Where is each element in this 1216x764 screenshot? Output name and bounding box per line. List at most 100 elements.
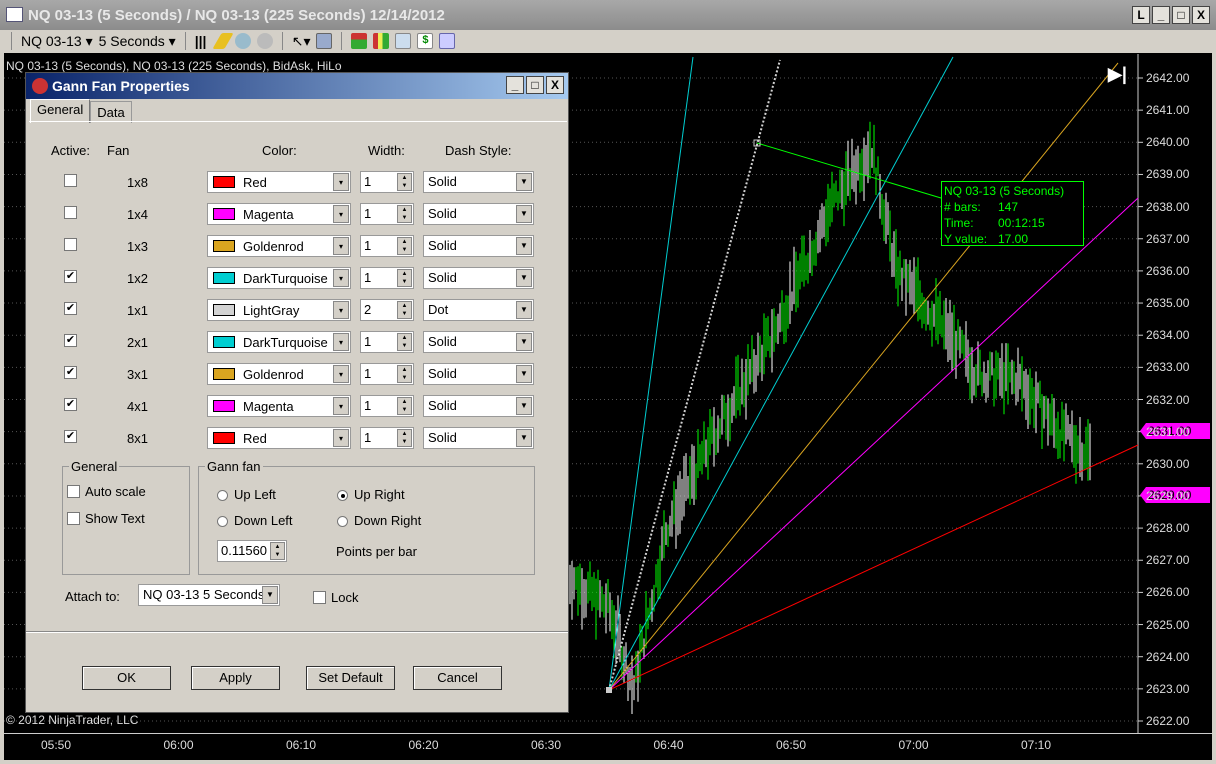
time-tick-label: 06:10 <box>285 738 317 752</box>
fan-dash-select[interactable]: Solid ▼ <box>423 331 534 353</box>
fan-color-select[interactable]: Red ▾ <box>207 171 351 193</box>
dialog-title-bar: Gann Fan Properties _ □ X <box>26 73 568 99</box>
down-right-radio[interactable] <box>337 516 348 527</box>
points-per-bar-label: Points per bar <box>336 544 417 559</box>
fan-line-1x2[interactable] <box>608 56 694 691</box>
lock-checkbox[interactable] <box>313 591 326 604</box>
fan-active-checkbox[interactable]: ✔ <box>64 366 77 379</box>
fan-active-checkbox[interactable]: ✔ <box>64 398 77 411</box>
fan-color-select[interactable]: DarkTurquoise ▾ <box>207 331 351 353</box>
set-default-button[interactable]: Set Default <box>306 666 395 690</box>
dialog-title: Gann Fan Properties <box>52 78 190 94</box>
fan-label: 8x1 <box>127 431 148 446</box>
price-tick-label: 2630.00 <box>1146 456 1190 471</box>
tab-data[interactable]: Data <box>90 101 132 123</box>
auto-scale-checkbox[interactable] <box>67 485 80 498</box>
fan-row-3x1: ✔ 3x1 Goldenrod ▾ 1 ▲ ▼ Solid ▼ <box>26 363 566 387</box>
time-tick-label: 06:30 <box>530 738 562 752</box>
fan-color-select[interactable]: DarkTurquoise ▾ <box>207 267 351 289</box>
down-left-radio[interactable] <box>217 516 228 527</box>
fan-width-input[interactable]: 1 ▲ ▼ <box>360 363 414 385</box>
fan-label: 2x1 <box>127 335 148 350</box>
color-swatch <box>213 368 235 380</box>
points-per-bar-input[interactable]: 0.11560 ▲ ▼ <box>217 540 287 562</box>
fan-active-checkbox[interactable]: ✔ <box>64 334 77 347</box>
dialog-close-button[interactable]: X <box>546 76 564 94</box>
gann-fan-properties-dialog: Gann Fan Properties _ □ X General Data A… <box>25 72 569 713</box>
color-swatch <box>213 304 235 316</box>
fan-active-checkbox[interactable]: ✔ <box>64 302 77 315</box>
fan-width-input[interactable]: 2 ▲ ▼ <box>360 299 414 321</box>
attach-to-label: Attach to: <box>65 589 120 604</box>
price-tick-label: 2628.00 <box>1146 521 1190 536</box>
price-tick-label: 2626.00 <box>1146 585 1190 600</box>
price-tick-label: 2635.00 <box>1146 296 1190 311</box>
fan-color-select[interactable]: LightGray ▾ <box>207 299 351 321</box>
fan-dash-select[interactable]: Solid ▼ <box>423 235 534 257</box>
color-header: Color: <box>262 143 297 158</box>
dialog-maximize-button[interactable]: □ <box>526 76 544 94</box>
up-right-radio[interactable] <box>337 490 348 501</box>
time-tick-label: 07:10 <box>1020 738 1052 752</box>
fan-active-checkbox[interactable] <box>64 238 77 251</box>
price-tick-label: 2639.00 <box>1146 167 1190 182</box>
fan-width-input[interactable]: 1 ▲ ▼ <box>360 427 414 449</box>
fan-dash-select[interactable]: Solid ▼ <box>423 267 534 289</box>
fan-width-input[interactable]: 1 ▲ ▼ <box>360 203 414 225</box>
tab-general[interactable]: General <box>30 99 91 123</box>
fan-anchor-handle[interactable] <box>606 687 612 693</box>
fan-width-input[interactable]: 1 ▲ ▼ <box>360 267 414 289</box>
price-tick-label: 2622.00 <box>1146 714 1190 728</box>
up-right-label: Up Right <box>354 487 405 502</box>
fan-width-input[interactable]: 1 ▲ ▼ <box>360 331 414 353</box>
fan-row-2x1: ✔ 2x1 DarkTurquoise ▾ 1 ▲ ▼ Solid ▼ <box>26 331 566 355</box>
up-left-radio[interactable] <box>217 490 228 501</box>
color-swatch <box>213 272 235 284</box>
price-tick-label: 2640.00 <box>1146 135 1190 150</box>
fan-dash-select[interactable]: Solid ▼ <box>423 363 534 385</box>
fan-color-select[interactable]: Red ▾ <box>207 427 351 449</box>
fan-color-select[interactable]: Goldenrod ▾ <box>207 235 351 257</box>
scroll-to-end-icon[interactable]: ▶| <box>1108 64 1127 85</box>
fan-dash-select[interactable]: Dot ▼ <box>423 299 534 321</box>
time-tick-label: 06:50 <box>775 738 807 752</box>
fan-active-checkbox[interactable] <box>64 174 77 187</box>
color-swatch <box>213 208 235 220</box>
fan-active-checkbox[interactable]: ✔ <box>64 430 77 443</box>
price-tick-label: 2632.00 <box>1146 392 1190 407</box>
auto-scale-label: Auto scale <box>85 484 146 499</box>
fan-width-input[interactable]: 1 ▲ ▼ <box>360 171 414 193</box>
fan-dash-select[interactable]: Solid ▼ <box>423 203 534 225</box>
time-tick-label: 06:00 <box>163 738 194 752</box>
price-tick-label: 2642.00 <box>1146 71 1190 85</box>
fan-dash-select[interactable]: Solid ▼ <box>423 427 534 449</box>
time-tick-label: 05:50 <box>40 738 72 752</box>
color-swatch <box>213 176 235 188</box>
fan-dash-select[interactable]: Solid ▼ <box>423 395 534 417</box>
active-header: Active: <box>51 143 91 158</box>
fan-line-2x1[interactable] <box>608 56 954 691</box>
ok-button[interactable]: OK <box>82 666 171 690</box>
cancel-button[interactable]: Cancel <box>413 666 502 690</box>
fan-color-select[interactable]: Goldenrod ▾ <box>207 363 351 385</box>
dialog-minimize-button[interactable]: _ <box>506 76 524 94</box>
fan-label: 1x4 <box>127 207 148 222</box>
fan-line-4x1[interactable] <box>608 197 1139 691</box>
fan-color-select[interactable]: Magenta ▾ <box>207 395 351 417</box>
price-tick-label: 2631.00 <box>1146 424 1190 439</box>
copyright: © 2012 NinjaTrader, LLC <box>6 713 139 727</box>
fan-width-input[interactable]: 1 ▲ ▼ <box>360 395 414 417</box>
dash-header: Dash Style: <box>445 143 512 158</box>
attach-to-select[interactable]: NQ 03-13 5 Seconds ▼ <box>138 584 280 606</box>
fan-active-checkbox[interactable]: ✔ <box>64 270 77 283</box>
fan-active-checkbox[interactable] <box>64 206 77 219</box>
time-axis[interactable]: 05:50 06:00 06:10 06:20 06:30 06:40 06:50 07:00… <box>4 733 1212 760</box>
show-text-checkbox[interactable] <box>67 512 80 525</box>
price-tick-label: 2641.00 <box>1146 103 1190 118</box>
price-tick-label: 2629.00 <box>1146 488 1190 503</box>
apply-button[interactable]: Apply <box>191 666 280 690</box>
fan-dash-select[interactable]: Solid ▼ <box>423 171 534 193</box>
fan-color-select[interactable]: Magenta ▾ <box>207 203 351 225</box>
fan-width-input[interactable]: 1 ▲ ▼ <box>360 235 414 257</box>
fan-row-1x1: ✔ 1x1 LightGray ▾ 2 ▲ ▼ Dot ▼ <box>26 299 566 323</box>
